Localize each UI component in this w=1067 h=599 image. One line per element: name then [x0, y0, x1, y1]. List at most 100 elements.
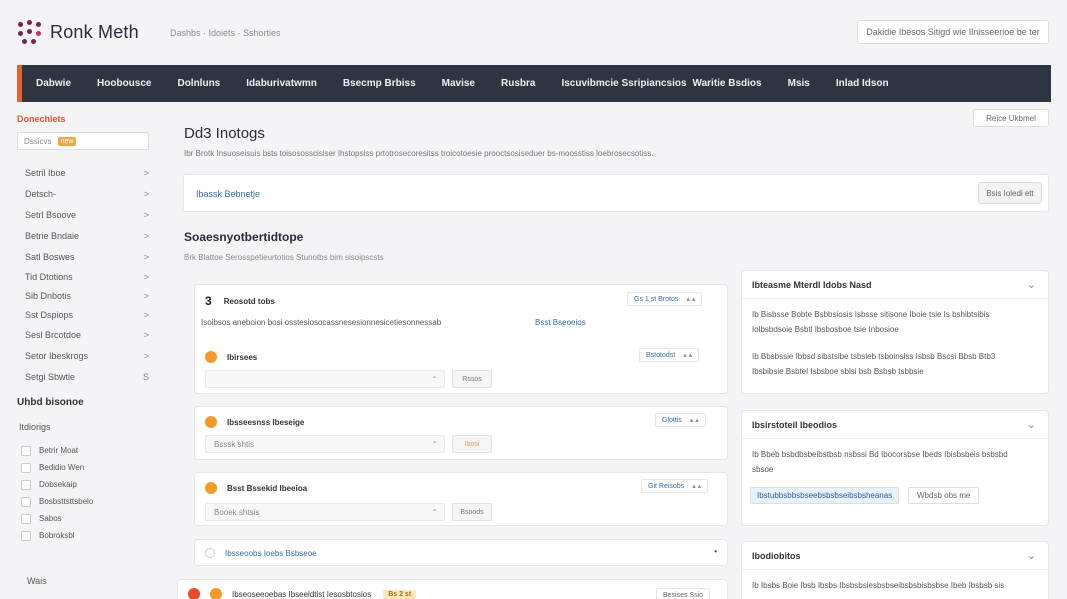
- warning-icon: [210, 588, 222, 599]
- banner-button[interactable]: Bsis Ioledi ett: [978, 182, 1042, 204]
- warning-icon: [205, 351, 217, 363]
- dropdown-label: Glottis: [662, 416, 682, 424]
- apply-button[interactable]: Bsoods: [452, 503, 492, 521]
- sidebar-item[interactable]: Sst Dspiops >: [17, 305, 157, 324]
- checkbox-row[interactable]: Betrir Moat: [21, 442, 157, 459]
- checkbox[interactable]: [21, 530, 31, 541]
- nav-item[interactable]: Inlad Idson: [836, 78, 889, 89]
- card-dropdown[interactable]: Bstotodst ▴ ▴: [639, 348, 700, 362]
- panel-button[interactable]: Wbdsb obs me: [908, 487, 980, 504]
- sidebar-item[interactable]: Sib Dnbotis >: [17, 286, 157, 305]
- sidebar-item[interactable]: Setril Iboe >: [17, 162, 157, 183]
- nav-item[interactable]: Bsecmp Brbiss: [343, 78, 416, 89]
- card-subheader: Ibirsees: [205, 351, 257, 363]
- config-card: Bsst Bssekid Ibeeioa Git Reisobs ▴ ▴ Booe…: [194, 472, 728, 526]
- checkbox[interactable]: [21, 479, 31, 490]
- sidebar-footer[interactable]: Wais: [27, 576, 47, 586]
- nav-item[interactable]: Dolnluns: [177, 78, 220, 89]
- nav-item[interactable]: Rusbra: [501, 78, 535, 89]
- chevron-right-icon: >: [143, 188, 149, 199]
- chevron-down-icon[interactable]: ⌄: [1027, 418, 1036, 431]
- chevron-right-icon: >: [143, 209, 149, 220]
- panel-line: Ib Bbsbssie Ibbsd sibstsibe tsbsleb tsbo…: [752, 352, 996, 361]
- checkbox-label: Bedidio Wen: [39, 463, 85, 472]
- right-panel: Ibteasme Mterdl Idobs Nasd ⌄ Ib Bisbsse B…: [741, 270, 1049, 394]
- sidebar-item[interactable]: Betrie Bndaie >: [17, 225, 157, 246]
- nav-item[interactable]: Waritie Bsdios: [693, 78, 762, 89]
- checkbox-row[interactable]: Bobroksbl: [21, 527, 157, 544]
- chevron-right-icon: >: [143, 167, 149, 178]
- value-input[interactable]: Bsssk shtis ⌃: [205, 435, 445, 453]
- nav-item[interactable]: Mavise: [442, 78, 475, 89]
- top-action-button[interactable]: Dakidie Ibesos Sitigd wie Ilnisseerioe b…: [857, 20, 1049, 44]
- sidebar-search-value: Dssicvs: [24, 136, 52, 146]
- nav-item[interactable]: Dabwie: [36, 78, 71, 89]
- chevron-down-icon[interactable]: ⌄: [1027, 549, 1036, 562]
- checkbox[interactable]: [21, 513, 31, 524]
- panel-link[interactable]: Ibstubbsbbsbseebsbsbseibsbsheanas: [750, 487, 900, 504]
- panel-header[interactable]: Ibteasme Mterdl Idobs Nasd ⌄: [742, 271, 1048, 299]
- nav-item[interactable]: Msis: [788, 78, 810, 89]
- nav-item[interactable]: Iscuvibmcie Ssripiancsios: [561, 78, 686, 89]
- sidebar-item[interactable]: Setor Ibeskrogs >: [17, 345, 157, 366]
- card-dropdown[interactable]: Besises Ssio: [656, 588, 711, 599]
- dropdown-label: Git Reisobs: [648, 482, 685, 490]
- value-input[interactable]: ⌃: [205, 370, 445, 388]
- checkbox-row[interactable]: Sabos: [21, 510, 157, 527]
- card-title: Ibseoseeoebas Ibseeldtist Iesosbtosios: [232, 589, 372, 599]
- sidebar-item-label: Tid Dtotions: [25, 271, 73, 282]
- card-dropdown[interactable]: Glottis ▴ ▴: [655, 413, 706, 427]
- stepper-icon[interactable]: ⌃: [431, 440, 438, 449]
- info-banner: Ibassk Bebnetje Bsis Ioledi ett: [183, 174, 1049, 212]
- radio-icon[interactable]: [205, 548, 215, 558]
- sidebar-item-label: Sib Dnbotis: [25, 290, 72, 301]
- card-header: Bsst Bssekid Ibeeioa: [205, 482, 307, 494]
- panel-text: Ib Ibsbs Boie Ibsb Ibsbs Ibsbsbsiesbsbse…: [742, 578, 1048, 593]
- banner-link[interactable]: Ibassk Bebnetje: [196, 189, 260, 199]
- dropdown-label: Gs 1 st Brotos: [634, 295, 679, 303]
- checkbox-label: Bobroksbl: [39, 531, 75, 540]
- sidebar-item[interactable]: Setgi Sbwtie S: [17, 366, 157, 387]
- page-title: Dd3 Inotogs: [184, 125, 265, 142]
- card-dropdown[interactable]: Gs 1 st Brotos ▴ ▴: [627, 292, 703, 306]
- nav-item[interactable]: Hoobousce: [97, 78, 151, 89]
- sidebar-title: Donechiets: [17, 114, 66, 124]
- checkbox-row[interactable]: Dobsekaip: [21, 476, 157, 493]
- main-action-button[interactable]: Reice Ukbmel: [973, 109, 1049, 127]
- sidebar-item[interactable]: Tid Dtotions >: [17, 267, 157, 286]
- card-header: Ibseoseeoebas Ibseeldtist Iesosbtosios B…: [188, 588, 417, 599]
- apply-button[interactable]: Ibosi: [452, 435, 492, 453]
- checkbox[interactable]: [21, 462, 31, 473]
- panel-line: Ib Ibsbs Boie Ibsb Ibsbs Ibsbsbsiesbsbse…: [752, 581, 1005, 590]
- panel-header[interactable]: Ibsirstoteil Ibeodios ⌄: [742, 411, 1048, 439]
- breadcrumb[interactable]: Dashbs · Idoiets · Sshorties: [170, 28, 281, 38]
- brand-logo[interactable]: Ronk Meth: [18, 20, 139, 44]
- sidebar-search-input[interactable]: Dssicvs new: [17, 132, 149, 150]
- panel-header[interactable]: Ibodiobitos ⌄: [742, 542, 1048, 570]
- nav-item[interactable]: Idaburivatwmn: [246, 78, 317, 89]
- sidebar: Donechiets Dssicvs new Setril Iboe > Dets…: [17, 114, 157, 544]
- chevron-down-icon[interactable]: ⌄: [1027, 278, 1036, 291]
- card-link[interactable]: Bsst Bseoeios: [535, 318, 586, 327]
- checkbox-label: Dobsekaip: [39, 480, 77, 489]
- checkbox-row[interactable]: Bedidio Wen: [21, 459, 157, 476]
- sidebar-item[interactable]: Satl Boswes >: [17, 246, 157, 267]
- sidebar-item[interactable]: Sesl Brcotdoe >: [17, 324, 157, 345]
- panel-line: Ibsbibsie Bsbtel Isbsboe sblsi bsb Bsbsb…: [752, 367, 924, 376]
- stepper-icon[interactable]: ⌃: [431, 508, 438, 517]
- page-description: Ibr Brotk Insuoseisuis bsts toisososscis…: [184, 149, 654, 158]
- warning-icon: [205, 416, 217, 428]
- card-dropdown[interactable]: Git Reisobs ▴ ▴: [641, 479, 709, 493]
- sidebar-item[interactable]: Detsch- >: [17, 183, 157, 204]
- sidebar-item[interactable]: Setrl Bsoove >: [17, 204, 157, 225]
- value-input[interactable]: Booek shtsis ⌃: [205, 503, 445, 521]
- sidebar-section-heading[interactable]: Uhbd bisonoe: [17, 397, 157, 408]
- checkbox[interactable]: [21, 445, 31, 456]
- collapsed-card[interactable]: Ibsseoobs Ioebs Bsbseoe •: [194, 539, 728, 566]
- checkbox-row[interactable]: Bosbsttsttsbelo: [21, 493, 157, 510]
- stepper-icon[interactable]: ⌃: [431, 375, 438, 384]
- checkbox[interactable]: [21, 496, 31, 507]
- card-title: Reosotd tobs: [223, 296, 275, 306]
- apply-button[interactable]: Rssos: [452, 370, 492, 388]
- config-card: 3 Reosotd tobs Gs 1 st Brotos ▴ ▴ Isoibso…: [194, 284, 728, 394]
